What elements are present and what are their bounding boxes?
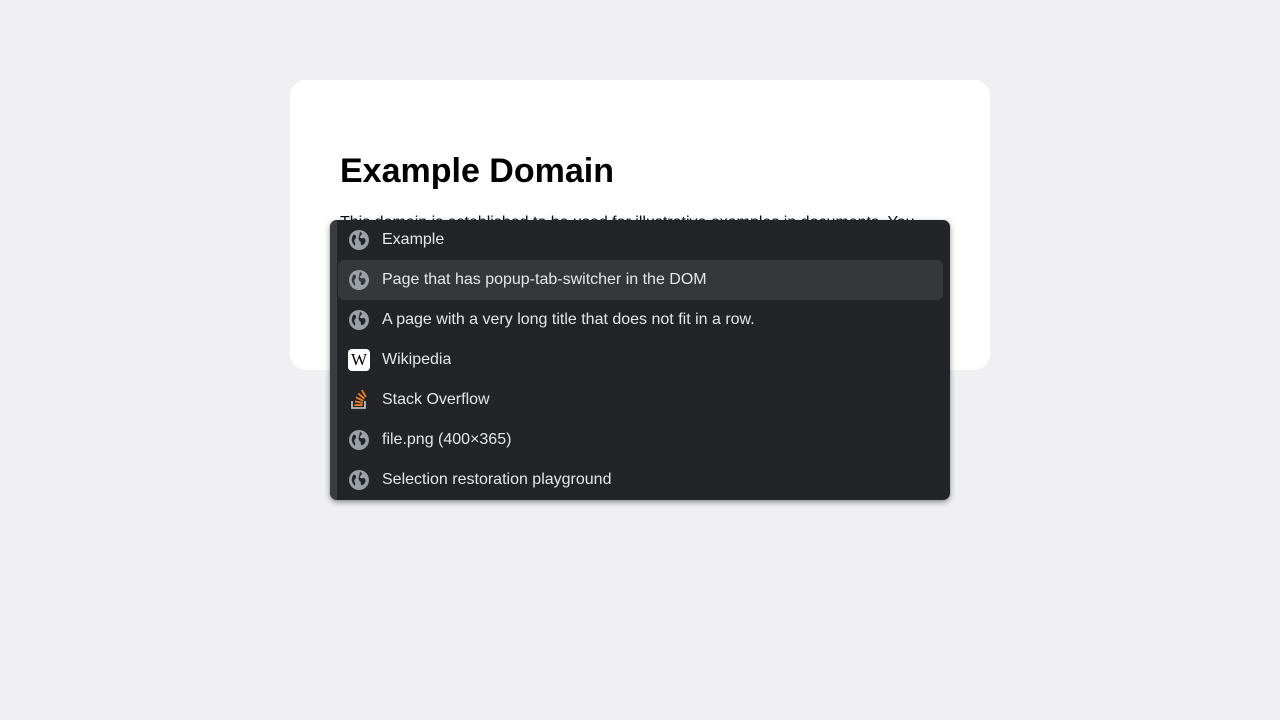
globe-icon <box>348 229 370 251</box>
tab-switcher-item[interactable]: Stack Overflow <box>338 380 943 420</box>
tab-switcher-item-title: Stack Overflow <box>382 391 490 408</box>
tab-switcher-item[interactable]: A page with a very long title that does … <box>338 300 943 340</box>
tab-switcher-item-title: Page that has popup-tab-switcher in the … <box>382 271 707 288</box>
tab-switcher-popup: Example Page that has popup-tab-switcher… <box>330 220 950 500</box>
globe-icon <box>348 269 370 291</box>
tab-switcher-item-title: A page with a very long title that does … <box>382 311 755 328</box>
stackoverflow-icon <box>348 389 370 411</box>
wikipedia-icon: W <box>348 349 370 371</box>
globe-icon <box>348 309 370 331</box>
tab-switcher-item[interactable]: Selection restoration playground <box>338 460 943 500</box>
tab-switcher-item[interactable]: Example <box>338 220 943 260</box>
tab-switcher-item[interactable]: file.png (400×365) <box>338 420 943 460</box>
tab-switcher-item-title: Example <box>382 231 445 248</box>
tab-switcher-item-selected[interactable]: Page that has popup-tab-switcher in the … <box>338 260 943 300</box>
tab-switcher-item-title: Wikipedia <box>382 351 452 368</box>
globe-icon <box>348 469 370 491</box>
tab-switcher-item-title: file.png (400×365) <box>382 431 512 448</box>
wikipedia-glyph: W <box>348 349 370 371</box>
tab-switcher-item[interactable]: W Wikipedia <box>338 340 943 380</box>
page-title: Example Domain <box>340 152 614 190</box>
tab-switcher-item-title: Selection restoration playground <box>382 471 612 488</box>
globe-icon <box>348 429 370 451</box>
